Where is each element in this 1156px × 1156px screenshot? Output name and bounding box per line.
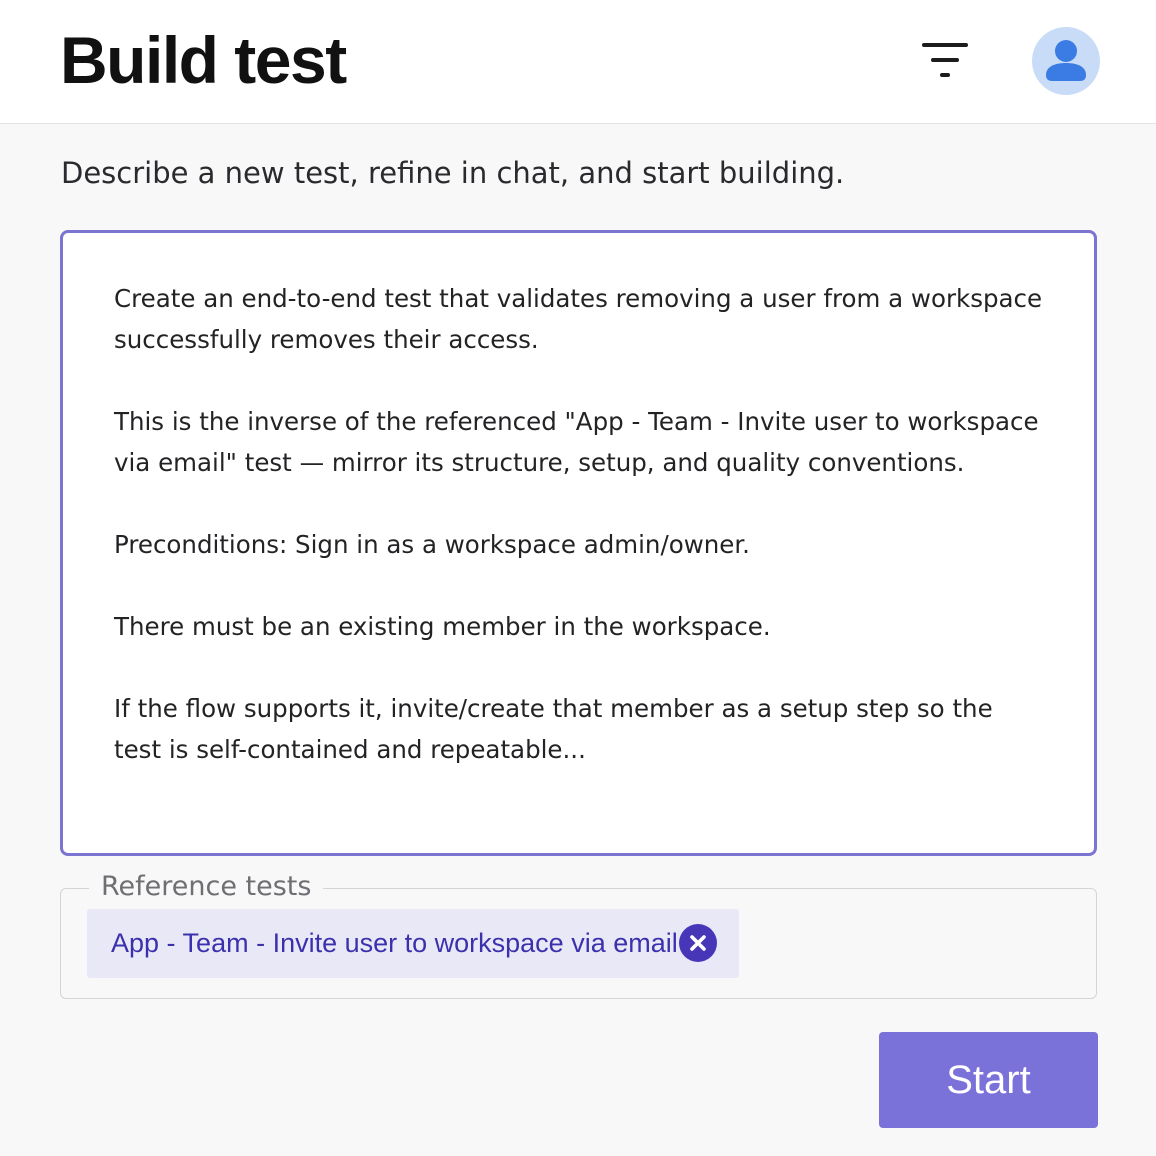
reference-test-chip: App - Team - Invite user to workspace vi… bbox=[87, 909, 739, 978]
user-icon bbox=[1046, 40, 1086, 81]
page-title: Build test bbox=[60, 23, 347, 97]
close-circle-icon bbox=[690, 935, 706, 951]
avatar[interactable] bbox=[1032, 27, 1100, 95]
page-subtitle: Describe a new test, refine in chat, and… bbox=[61, 156, 845, 190]
test-description-text: Create an end-to-end test that validates… bbox=[114, 284, 1043, 764]
test-description-input[interactable]: Create an end-to-end test that validates… bbox=[60, 230, 1097, 856]
filter-button[interactable] bbox=[912, 34, 978, 86]
build-test-panel: Build test Describe a new test, refine i… bbox=[0, 0, 1156, 1156]
header: Build test bbox=[0, 0, 1156, 124]
start-button[interactable]: Start bbox=[879, 1032, 1098, 1128]
remove-reference-button[interactable] bbox=[679, 924, 717, 962]
reference-test-chip-label: App - Team - Invite user to workspace vi… bbox=[111, 928, 678, 958]
reference-tests-label: Reference tests bbox=[89, 868, 324, 906]
